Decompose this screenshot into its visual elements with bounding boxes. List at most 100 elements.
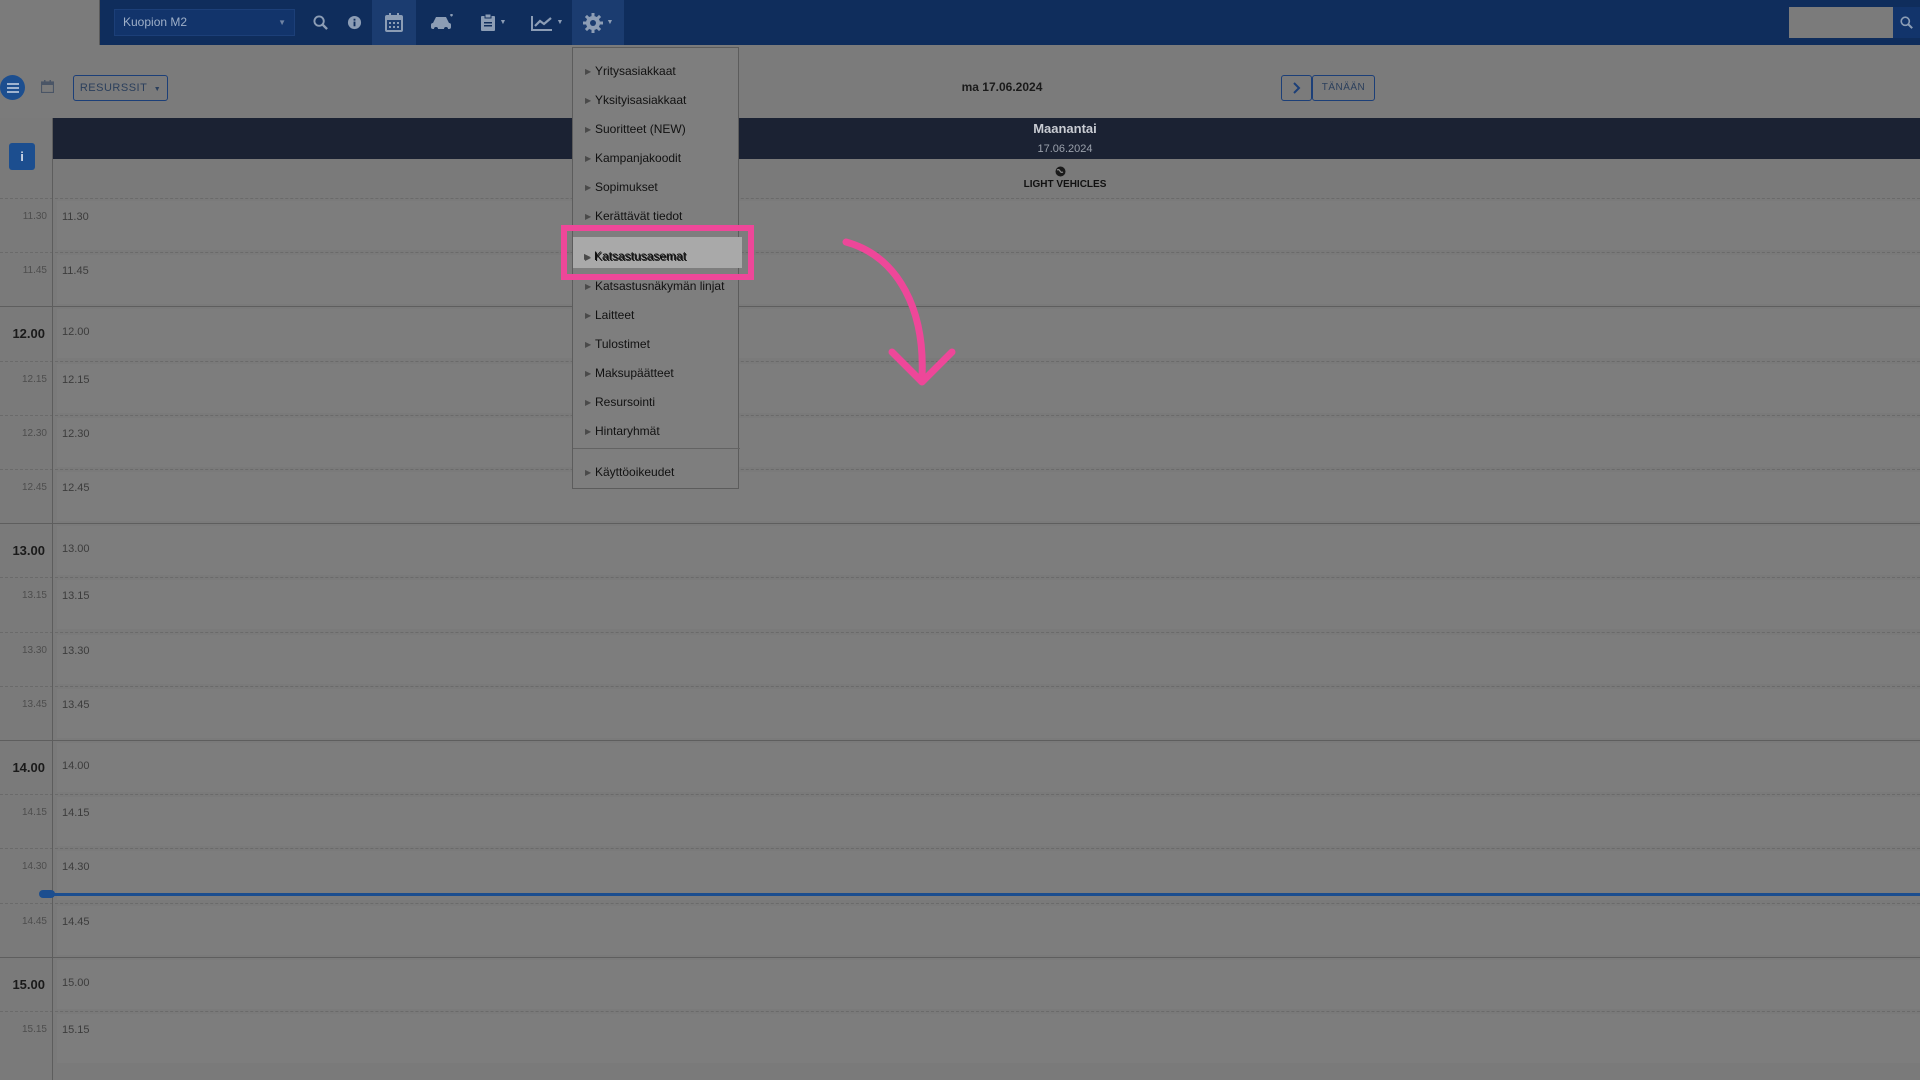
- time-slot-label: 12.45: [62, 482, 90, 494]
- time-slot-cell[interactable]: [57, 688, 1920, 738]
- car-icon[interactable]: [424, 0, 460, 45]
- menu-item-label: Sopimukset: [595, 180, 658, 194]
- time-slot-cell[interactable]: [57, 797, 1920, 847]
- chevron-right-icon: ▶: [585, 368, 592, 378]
- time-slot-row[interactable]: 12.45 12.45: [0, 469, 1920, 523]
- chevron-down-icon: ▼: [278, 18, 286, 27]
- time-slot-cell[interactable]: [57, 472, 1920, 521]
- time-slot-row[interactable]: 13.30 13.30: [0, 631, 1920, 686]
- time-slot-row[interactable]: 12.15 12.15: [0, 360, 1920, 415]
- menu-item-maksupäätteet[interactable]: ▶ Maksupäätteet: [573, 359, 740, 387]
- time-slot-row[interactable]: 15.15 15.15: [0, 1011, 1920, 1065]
- global-search-input[interactable]: [1789, 7, 1893, 38]
- search-icon[interactable]: [1893, 7, 1920, 38]
- time-gutter-label: 11.45: [22, 265, 47, 277]
- resources-button-label: RESURSSIT: [79, 82, 148, 94]
- time-slot-row[interactable]: 13.45 13.45: [0, 685, 1920, 740]
- time-slot-cell[interactable]: [57, 1014, 1920, 1063]
- time-slot-label: 14.00: [62, 760, 90, 772]
- menu-item-katsastusasemat[interactable]: ▶ Katsastusasemat: [572, 242, 739, 270]
- next-day-button[interactable]: [1281, 75, 1312, 101]
- menu-item-käyttöoikeudet[interactable]: ▶ Käyttöoikeudet: [573, 458, 740, 486]
- time-slot-cell[interactable]: [57, 905, 1920, 955]
- chart-icon[interactable]: ▼: [526, 0, 568, 45]
- menu-item-yksityisasiakkaat[interactable]: ▶ Yksityisasiakkaat: [573, 86, 740, 114]
- chevron-right-icon: ▶: [585, 211, 592, 221]
- grid-divider: [52, 118, 53, 1080]
- time-gutter-label: 12.30: [21, 427, 47, 439]
- menu-item-label: Suoritteet (NEW): [595, 122, 686, 136]
- station-select-value: Kuopion M2: [123, 15, 188, 29]
- resource-column-label[interactable]: LIGHT VEHICLES: [965, 179, 1165, 190]
- time-slot-cell[interactable]: [57, 255, 1920, 305]
- menu-item-yritysasiakkaat[interactable]: ▶ Yritysasiakkaat: [573, 57, 740, 85]
- time-slot-row[interactable]: 14.45 14.45: [0, 902, 1920, 957]
- gear-icon[interactable]: ▼: [572, 0, 624, 45]
- info-icon[interactable]: [341, 0, 367, 45]
- time-slot-row[interactable]: 14.15 14.15: [0, 794, 1920, 848]
- chevron-down-icon: ▼: [606, 19, 614, 26]
- time-slot-row[interactable]: 13.00 13.00: [0, 523, 1920, 577]
- time-slot-label: 11.45: [62, 265, 89, 278]
- time-slot-row[interactable]: 11.45 11.45: [0, 252, 1920, 306]
- menu-item-suoritteet-new[interactable]: ▶ Suoritteet (NEW): [573, 115, 740, 143]
- time-slot-row[interactable]: 12.30 12.30: [0, 414, 1920, 469]
- chevron-right-icon: ▶: [585, 95, 592, 105]
- clipboard-icon[interactable]: ▼: [472, 0, 514, 45]
- menu-item-sopimukset[interactable]: ▶ Sopimukset: [573, 173, 740, 201]
- info-button-label: i: [20, 149, 24, 164]
- today-button[interactable]: TÄNÄÄN: [1312, 75, 1375, 101]
- time-slot-cell[interactable]: [57, 363, 1920, 413]
- resources-button[interactable]: RESURSSIT ▼: [73, 75, 168, 101]
- menu-item-label: Resursointi: [595, 395, 656, 409]
- time-slot-row[interactable]: 13.15 13.15: [0, 577, 1920, 631]
- time-slot-cell[interactable]: [57, 743, 1920, 792]
- top-navigation-bar: Kuopion M2 ▼ ▼ ▼ ▼: [0, 0, 1920, 45]
- time-slot-row[interactable]: 12.00 12.00: [0, 306, 1920, 360]
- logo-area[interactable]: [0, 0, 100, 45]
- chevron-down-icon: ▼: [153, 86, 162, 93]
- menu-item-label: Katsastusnäkymän linjat: [595, 279, 725, 293]
- menu-item-kampanjakoodit[interactable]: ▶ Kampanjakoodit: [573, 144, 740, 172]
- time-slot-cell[interactable]: [57, 580, 1920, 630]
- menu-item-laitteet[interactable]: ▶ Laitteet: [573, 301, 740, 329]
- calendar-icon[interactable]: [372, 0, 416, 45]
- menu-item-hintaryhmät[interactable]: ▶ Hintaryhmät: [573, 417, 740, 445]
- time-slot-label: 13.15: [62, 590, 90, 603]
- time-gutter-label: 14.15: [21, 807, 47, 819]
- time-slot-row[interactable]: 14.00 14.00: [0, 740, 1920, 794]
- time-slot-label: 11.30: [62, 211, 89, 223]
- menu-item-tulostimet[interactable]: ▶ Tulostimet: [573, 330, 740, 358]
- time-gutter-label: 13.30: [21, 644, 47, 656]
- menu-item-label: Hintaryhmät: [595, 424, 660, 438]
- chevron-down-icon: ▼: [499, 19, 507, 26]
- time-slot-label: 15.15: [62, 1024, 90, 1036]
- time-gutter-label: 14.00: [12, 760, 45, 775]
- current-time-indicator: [40, 893, 1920, 896]
- calendar-view-icon[interactable]: [40, 80, 55, 98]
- chevron-right-icon: ▶: [585, 397, 592, 407]
- time-slot-cell[interactable]: [57, 417, 1920, 467]
- time-gutter-label: 14.30: [21, 861, 47, 873]
- time-slot-cell[interactable]: [57, 634, 1920, 684]
- search-icon[interactable]: [307, 0, 333, 45]
- time-slot-cell[interactable]: [57, 309, 1920, 359]
- time-slot-label: 13.30: [62, 644, 90, 657]
- time-slot-cell[interactable]: [57, 526, 1920, 576]
- menu-item-resursointi[interactable]: ▶ Resursointi: [573, 388, 740, 416]
- time-slot-label: 14.15: [62, 807, 90, 820]
- list-view-icon[interactable]: [0, 75, 25, 100]
- station-select[interactable]: Kuopion M2 ▼: [114, 9, 295, 36]
- time-slot-cell[interactable]: [57, 959, 1920, 1009]
- menu-item-label: Käyttöoikeudet: [595, 465, 675, 479]
- time-gutter-label: 12.00: [12, 326, 45, 342]
- menu-item-label: Maksupäätteet: [595, 366, 674, 380]
- time-slot-row[interactable]: 15.00 15.00: [0, 956, 1920, 1011]
- info-button[interactable]: i: [9, 143, 35, 170]
- time-slot-cell[interactable]: [57, 201, 1920, 250]
- time-slot-label: 14.30: [62, 861, 90, 874]
- time-slot-row[interactable]: 11.30 11.30: [0, 198, 1920, 252]
- chevron-right-icon: ▶: [585, 182, 592, 192]
- chevron-right-icon: ▶: [584, 251, 591, 261]
- day-name: Maanantai: [1033, 121, 1097, 136]
